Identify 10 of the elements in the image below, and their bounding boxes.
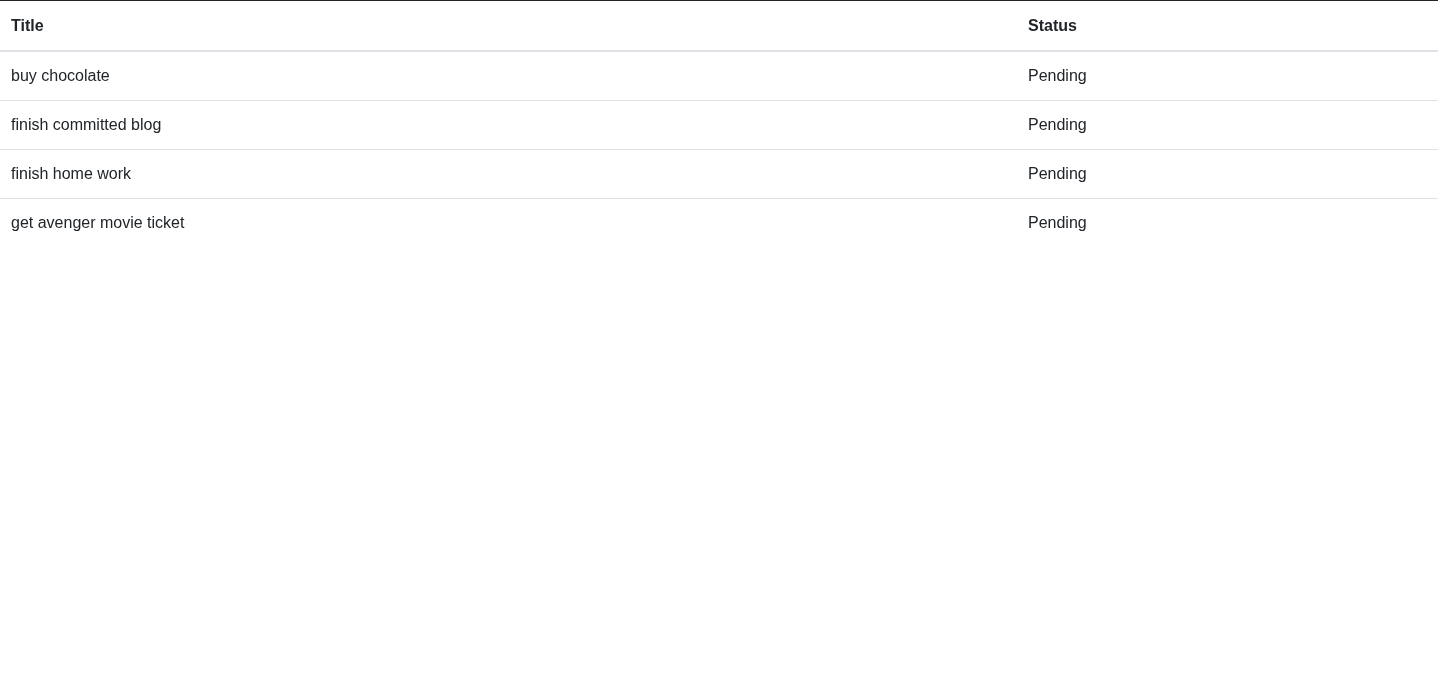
status-cell: Pending xyxy=(1017,51,1438,101)
title-cell: buy chocolate xyxy=(0,51,1017,101)
status-cell: Pending xyxy=(1017,100,1438,150)
title-cell: finish committed blog xyxy=(0,100,1017,150)
status-cell: Pending xyxy=(1017,149,1438,199)
title-cell: get avenger movie ticket xyxy=(0,198,1017,247)
column-header: Status xyxy=(1017,0,1438,51)
title-cell: finish home work xyxy=(0,149,1017,199)
column-header: Title xyxy=(0,0,1017,51)
status-cell: Pending xyxy=(1017,198,1438,247)
